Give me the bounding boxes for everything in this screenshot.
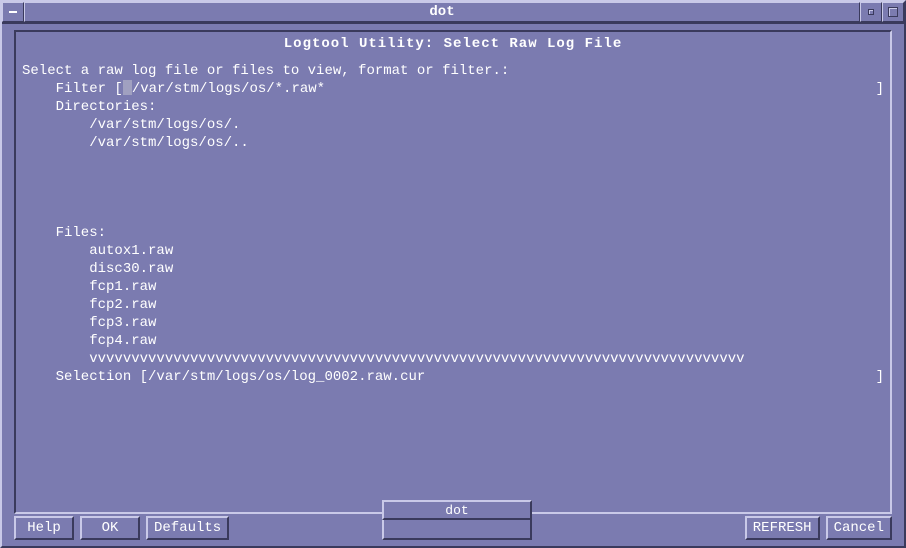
filter-close-bracket: ] xyxy=(876,80,884,98)
selection-input[interactable] xyxy=(148,368,876,386)
scroll-down-indicator[interactable]: vvvvvvvvvvvvvvvvvvvvvvvvvvvvvvvvvvvvvvvv… xyxy=(22,350,888,368)
list-item[interactable]: /var/stm/logs/os/. xyxy=(22,116,888,134)
list-item[interactable]: autox1.raw xyxy=(22,242,888,260)
cancel-button[interactable]: Cancel xyxy=(826,516,892,540)
instruction-text: Select a raw log file or files to view, … xyxy=(18,62,888,80)
maximize-button[interactable] xyxy=(882,2,904,22)
files-list[interactable]: autox1.raw disc30.raw fcp1.raw fcp2.raw … xyxy=(18,242,888,368)
window-title: dot xyxy=(24,2,860,22)
selection-row: Selection [ ] xyxy=(18,368,888,386)
selection-close-bracket: ] xyxy=(876,368,884,386)
list-item[interactable]: /var/stm/logs/os/.. xyxy=(22,134,888,152)
directories-list[interactable]: /var/stm/logs/os/. /var/stm/logs/os/.. xyxy=(18,116,888,152)
ok-button[interactable]: OK xyxy=(80,516,140,540)
window-frame: dot Logtool Utility: Select Raw Log File… xyxy=(0,0,906,548)
list-item[interactable]: disc30.raw xyxy=(22,260,888,278)
page-title: Logtool Utility: Select Raw Log File xyxy=(18,36,888,52)
list-item[interactable]: fcp3.raw xyxy=(22,314,888,332)
directories-label: Directories: xyxy=(18,98,888,116)
files-label: Files: xyxy=(18,224,888,242)
text-cursor xyxy=(123,80,132,95)
filter-row: Filter [ ] xyxy=(18,80,888,98)
filter-input[interactable] xyxy=(132,80,876,98)
help-button[interactable]: Help xyxy=(14,516,74,540)
content-frame: Logtool Utility: Select Raw Log File Sel… xyxy=(14,30,892,514)
defaults-button[interactable]: Defaults xyxy=(146,516,229,540)
refresh-button[interactable]: REFRESH xyxy=(745,516,820,540)
client-area: Logtool Utility: Select Raw Log File Sel… xyxy=(4,26,902,544)
titlebar: dot xyxy=(2,2,904,24)
list-item[interactable]: fcp2.raw xyxy=(22,296,888,314)
minimize-button[interactable] xyxy=(860,2,882,22)
filter-label: Filter [ xyxy=(22,80,123,98)
button-bar: Help OK Defaults REFRESH Cancel xyxy=(14,516,892,540)
list-item[interactable]: fcp1.raw xyxy=(22,278,888,296)
window-menu-button[interactable] xyxy=(2,2,24,22)
selection-label: Selection [ xyxy=(22,368,148,386)
list-item[interactable]: fcp4.raw xyxy=(22,332,888,350)
